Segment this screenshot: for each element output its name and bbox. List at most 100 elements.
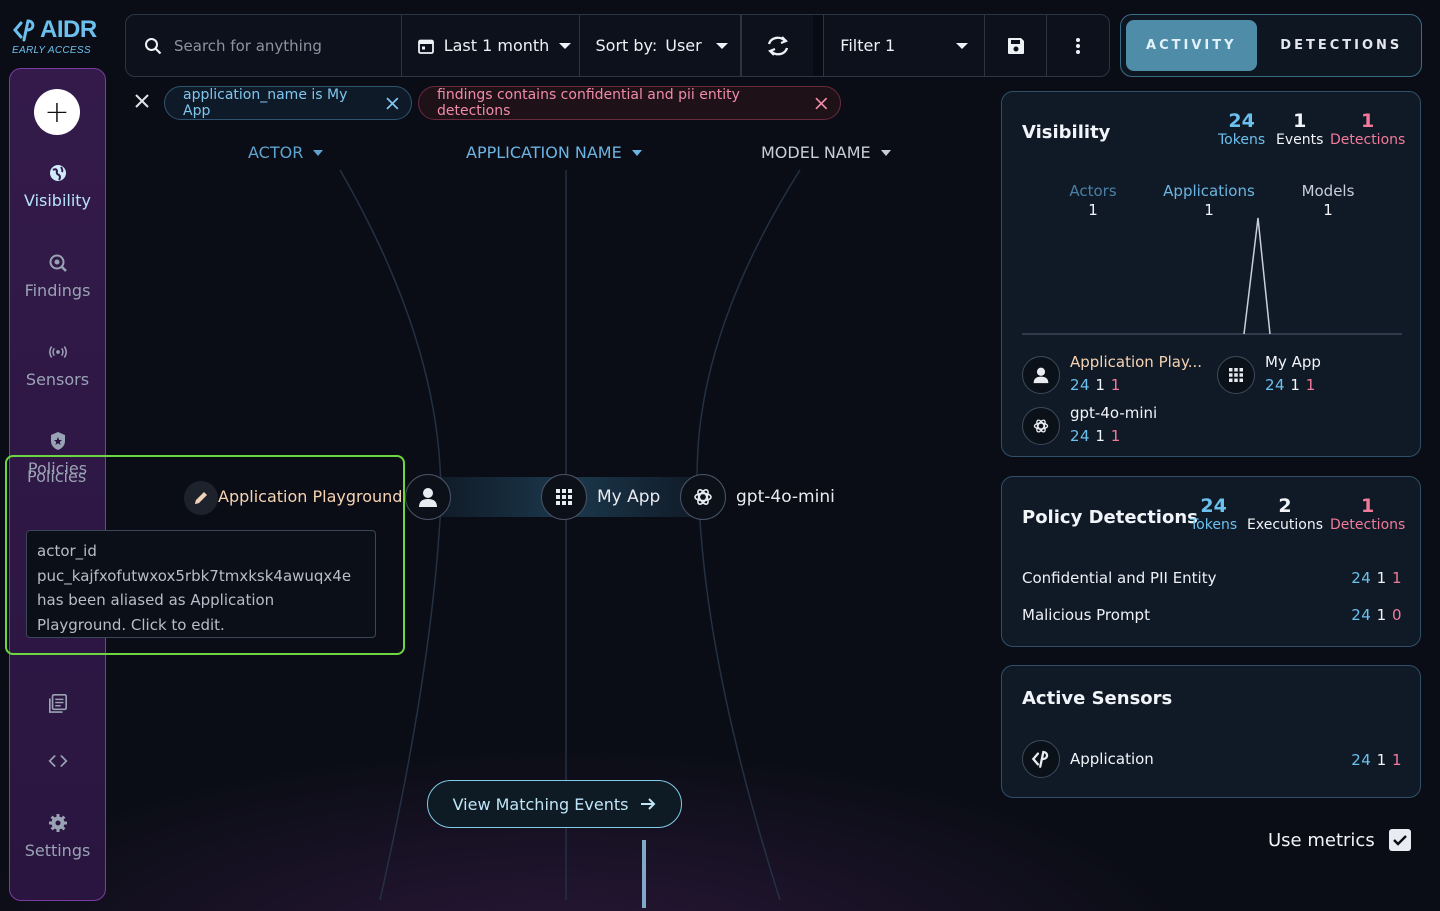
alias-tooltip: actor_id puc_kajfxofutwxox5rbk7tmxksk4aw… [26,530,376,638]
sidebar-item-label: Findings [24,281,91,300]
save-button[interactable] [985,15,1048,76]
stat-label: Detections [1330,132,1406,148]
column-header-label: ACTOR [248,143,304,162]
refresh-icon [767,35,788,56]
user-icon [1022,356,1060,394]
clear-filters-button[interactable] [134,93,150,114]
globe-icon [48,163,68,183]
entity-detections: 1 [1110,427,1121,445]
entity-tokens: 24 [1070,427,1091,445]
time-range-value: Last 1 month [443,36,550,55]
sidebar-item-label: Sensors [25,370,90,389]
brand-mark-icon [1022,740,1060,778]
row-detections: 0 [1391,606,1402,624]
col-label: Applications [1163,182,1255,200]
panel-title: Active Sensors [1022,688,1173,709]
entity-name: Application Play... [1070,353,1203,371]
arrow-right-icon [641,798,656,810]
refresh-button[interactable] [741,15,824,76]
stat-events: 1 Events [1276,110,1323,148]
plus-icon: + [44,94,70,130]
view-matching-events-button[interactable]: View Matching Events [427,780,682,828]
model-node[interactable] [680,474,726,520]
filter-chip[interactable]: application_name is My App [164,86,412,120]
close-icon[interactable] [386,96,399,110]
stat-value: 24 [1228,110,1255,132]
stat-value: 1 [1361,495,1375,517]
search-box[interactable]: Search for anything [126,15,402,76]
policy-row-metrics: 24 1 0 [1351,606,1402,624]
stat-value: 1 [1361,110,1375,132]
visibility-panel: Visibility 24 Tokens 1 Events 1 Detectio… [1001,91,1421,457]
sensor-row[interactable]: Application [1022,740,1154,778]
column-header-actor[interactable]: ACTOR [248,143,324,162]
policy-row-label[interactable]: Malicious Prompt [1022,606,1150,624]
tab-activity[interactable]: ACTIVITY [1126,20,1257,71]
use-metrics-toggle[interactable]: Use metrics [1268,829,1411,851]
row-tokens: 24 [1351,606,1372,624]
sidebar-item-label: Policies [27,467,87,486]
visibility-entity-actor[interactable]: Application Play... 24 1 1 [1022,352,1202,398]
openai-icon [1022,407,1060,445]
search-globe-icon [48,253,68,273]
application-node[interactable] [541,474,587,520]
sidebar-item-visibility[interactable]: Visibility [10,163,105,210]
visibility-entity-model[interactable]: gpt-4o-mini 24 1 1 [1022,403,1157,449]
filter-select[interactable]: Filter 1 [823,15,986,76]
column-header-application[interactable]: APPLICATION NAME [466,143,642,162]
more-options-button[interactable] [1047,15,1109,76]
sidebar-item-logs[interactable] [10,693,105,713]
filter-chip-label: findings contains confidential and pii e… [437,87,740,119]
sensor-row-metrics: 24 1 1 [1351,751,1402,769]
chevron-down-icon [313,149,324,156]
close-icon[interactable] [815,97,828,110]
application-node-label[interactable]: My App [597,487,660,507]
active-sensors-panel: Active Sensors Application 24 1 1 [1001,665,1421,798]
entity-name: My App [1265,353,1321,371]
view-mode-toggle: ACTIVITY DETECTIONS [1120,14,1422,77]
column-header-label: APPLICATION NAME [466,143,622,162]
check-icon [1392,835,1407,846]
actor-node[interactable] [405,474,451,520]
logs-icon [48,693,68,713]
policy-row-label[interactable]: Confidential and PII Entity [1022,569,1216,587]
brand-subtitle: EARLY ACCESS [12,45,91,56]
broadcast-icon [48,342,68,362]
sidebar-item-label: Settings [24,841,91,860]
sidebar-item-sensors[interactable]: Sensors [10,342,105,389]
chevron-down-icon [559,42,572,49]
sensor-name: Application [1070,750,1154,768]
entity-name: gpt-4o-mini [1070,404,1158,422]
model-node-label[interactable]: gpt-4o-mini [736,487,835,507]
entity-detections: 1 [1110,376,1121,394]
row-detections: 1 [1391,569,1402,587]
search-input[interactable]: Search for anything [174,37,322,55]
row-events: 1 [1376,751,1387,769]
chevron-down-icon [715,42,728,49]
sidebar-item-settings[interactable]: Settings [10,813,105,860]
time-range-select[interactable]: Last 1 month [402,15,580,76]
row-tokens: 24 [1351,569,1372,587]
visibility-entity-application[interactable]: My App 24 1 1 [1217,352,1321,398]
sidebar-item-findings[interactable]: Findings [10,253,105,300]
use-metrics-checkbox[interactable] [1388,829,1411,851]
entity-detections: 1 [1305,376,1316,394]
stat-detections: 1 Detections [1330,110,1405,148]
stat-label: Events [1276,132,1324,148]
filter-chip[interactable]: findings contains confidential and pii e… [418,86,841,120]
column-header-model[interactable]: MODEL NAME [761,143,891,162]
sidebar-item-code[interactable] [10,751,105,771]
stat-executions: 2 Executions [1247,495,1323,533]
stat-tokens: 24 Tokens [1190,495,1237,533]
stat-value: 1 [1293,110,1307,132]
apps-grid-icon [556,489,572,505]
more-vertical-icon [1076,37,1081,54]
tab-detections[interactable]: DETECTIONS [1267,20,1416,71]
stat-value: 24 [1200,495,1227,517]
toolbar: Search for anything Last 1 month Sort by… [125,14,1110,77]
add-button[interactable]: + [34,89,80,135]
filter-value: Filter 1 [840,36,896,55]
shield-icon [48,431,68,451]
row-events: 1 [1376,569,1387,587]
sort-select[interactable]: Sort by: User [580,15,742,76]
